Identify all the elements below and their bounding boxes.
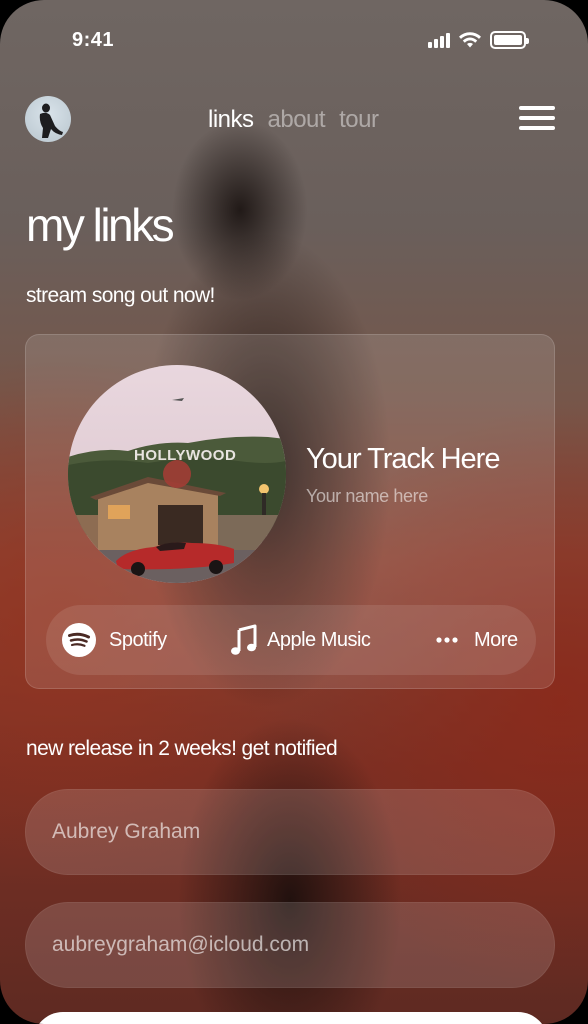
apple-music-label: Apple Music — [267, 628, 371, 651]
apple-music-button[interactable]: Apple Music — [230, 605, 371, 675]
tab-links[interactable]: links — [208, 106, 254, 134]
avatar-silhouette-icon — [39, 103, 63, 138]
tab-tour[interactable]: tour — [339, 106, 379, 134]
status-time: 9:41 — [72, 29, 115, 51]
email-field[interactable] — [25, 902, 555, 988]
tab-about[interactable]: about — [268, 106, 326, 134]
page-title: my links — [26, 199, 175, 251]
stream-section-label: stream song out now! — [26, 284, 215, 307]
spotify-button[interactable]: Spotify — [62, 605, 167, 675]
status-bar: 9:41 — [0, 0, 588, 80]
notify-section-label: new release in 2 weeks! get notified — [26, 737, 338, 760]
nav-tabs: links about tour — [208, 106, 379, 134]
battery-icon — [490, 31, 529, 49]
track-info: Your Track Here Your name here — [306, 443, 500, 507]
top-nav: links about tour — [25, 96, 555, 144]
status-icons — [428, 31, 529, 49]
email-input[interactable] — [52, 933, 554, 957]
phone-screen: 9:41 links about tour my links stream so… — [0, 0, 588, 1024]
spotify-label: Spotify — [109, 628, 167, 651]
streaming-services-bar: Spotify Apple Music More — [46, 605, 536, 675]
more-label: More — [474, 628, 518, 651]
album-artwork-disc[interactable]: HOLLYWOOD — [68, 365, 286, 583]
wifi-icon — [459, 32, 481, 48]
track-title: Your Track Here — [306, 443, 500, 475]
track-artist: Your name here — [306, 486, 428, 506]
avatar[interactable] — [25, 96, 71, 142]
cellular-signal-icon — [428, 32, 450, 48]
track-card: HOLLYWOOD Your Track Here Your name here… — [25, 334, 555, 689]
spotify-icon — [62, 623, 96, 657]
music-note-icon — [230, 624, 258, 656]
more-dots-icon — [436, 637, 458, 643]
name-input[interactable] — [52, 820, 554, 844]
name-field[interactable] — [25, 789, 555, 875]
album-artwork-image: HOLLYWOOD — [68, 365, 286, 583]
submit-button[interactable] — [33, 1012, 548, 1024]
hollywood-sign-text: HOLLYWOOD — [134, 447, 236, 464]
hamburger-menu-icon[interactable] — [519, 106, 555, 130]
more-button[interactable]: More — [436, 605, 518, 675]
